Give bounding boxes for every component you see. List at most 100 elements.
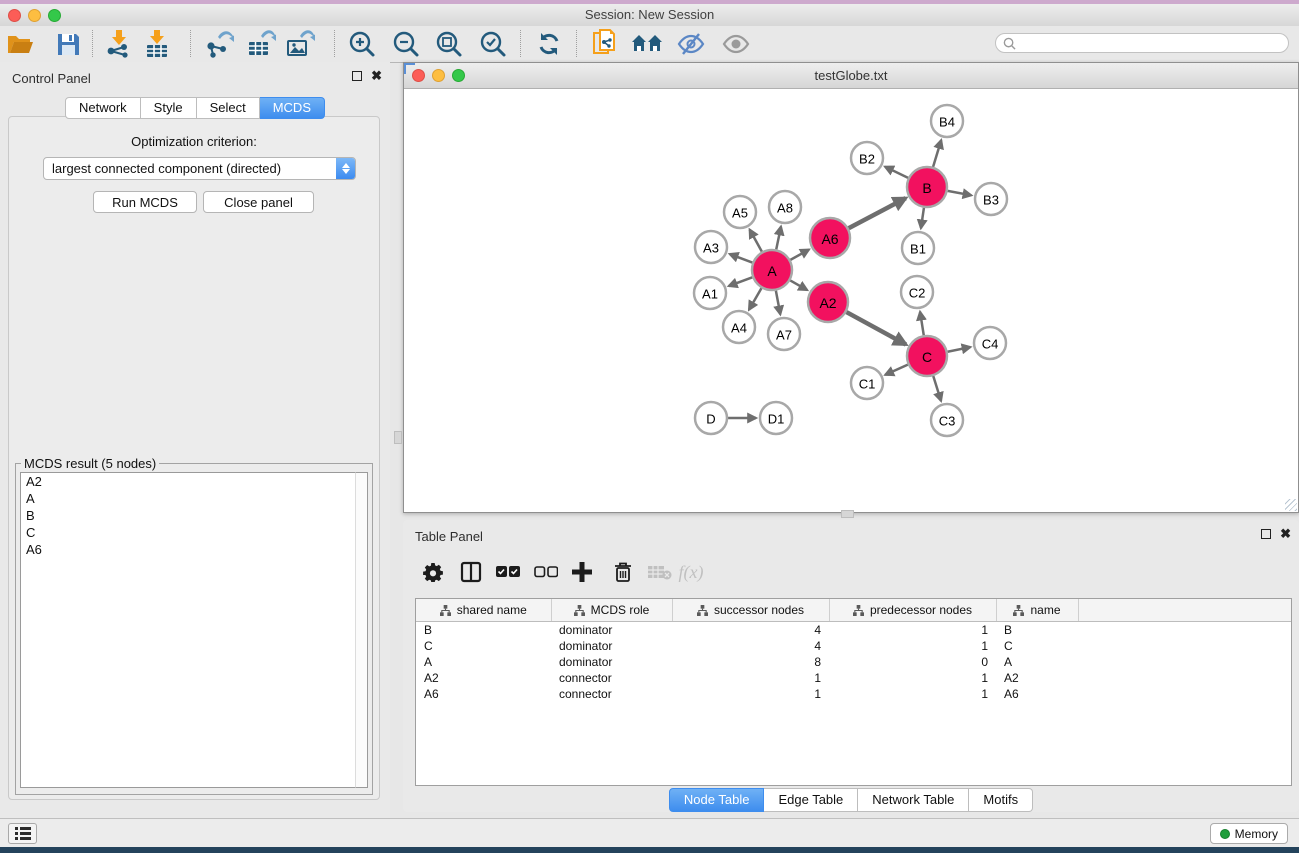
graph-node-C4[interactable]: C4 (974, 327, 1006, 359)
graph-edge-A6-B[interactable] (849, 198, 906, 228)
table-cell[interactable]: 4 (672, 622, 829, 639)
graph-edge-C-C1[interactable] (885, 365, 908, 375)
graph-edge-A-A6[interactable] (790, 250, 809, 260)
graph-node-B4[interactable]: B4 (931, 105, 963, 137)
table-cell[interactable]: dominator (551, 622, 672, 639)
table-row[interactable]: Bdominator41B (416, 622, 1291, 639)
table-cell[interactable]: A6 (416, 686, 551, 702)
table-cell[interactable]: 1 (829, 686, 996, 702)
graph-edge-A-A1[interactable] (729, 277, 753, 286)
column-header-successor-nodes[interactable]: successor nodes (672, 599, 829, 622)
table-cell[interactable]: C (416, 638, 551, 654)
graph-edge-A-A2[interactable] (790, 280, 807, 290)
graph-node-B1[interactable]: B1 (902, 232, 934, 264)
graph-edge-C-C2[interactable] (920, 312, 924, 335)
graph-node-C2[interactable]: C2 (901, 276, 933, 308)
graph-node-A1[interactable]: A1 (694, 277, 726, 309)
graph-edge-A2-C[interactable] (846, 312, 905, 344)
graph-node-D1[interactable]: D1 (760, 402, 792, 434)
export-image-icon[interactable] (284, 28, 316, 60)
tab-style[interactable]: Style (141, 97, 197, 119)
splitter-handle-vertical[interactable] (394, 431, 402, 444)
table-cell[interactable]: A (996, 654, 1078, 670)
select-all-checks-icon[interactable] (492, 556, 524, 588)
table-cell[interactable]: A2 (996, 670, 1078, 686)
zoom-out-icon[interactable] (390, 28, 422, 60)
mcds-result-item[interactable]: A2 (21, 473, 355, 490)
tab-mcds[interactable]: MCDS (260, 97, 325, 119)
open-file-icon[interactable] (4, 28, 36, 60)
table-cell[interactable]: 4 (672, 638, 829, 654)
tab-network-table[interactable]: Network Table (858, 788, 969, 812)
graph-node-B[interactable]: B (907, 167, 947, 207)
save-session-icon[interactable] (52, 28, 84, 60)
table-cell[interactable]: dominator (551, 638, 672, 654)
graph-edge-A-A4[interactable] (749, 288, 761, 310)
graph-node-C[interactable]: C (907, 336, 947, 376)
table-cell[interactable]: 1 (829, 670, 996, 686)
mcds-result-item[interactable]: A6 (21, 541, 355, 558)
table-cell[interactable]: A6 (996, 686, 1078, 702)
graph-edge-B-B1[interactable] (921, 208, 924, 228)
tab-edge-table[interactable]: Edge Table (764, 788, 858, 812)
memory-button[interactable]: Memory (1210, 823, 1288, 844)
hide-selected-icon[interactable] (675, 28, 707, 60)
table-cell[interactable]: 1 (672, 670, 829, 686)
settings-icon[interactable] (417, 556, 449, 588)
graph-node-B2[interactable]: B2 (851, 142, 883, 174)
table-cell[interactable]: 1 (829, 622, 996, 639)
export-table-icon[interactable] (245, 28, 277, 60)
maximize-window-button[interactable] (48, 9, 61, 22)
float-panel-icon[interactable] (352, 71, 362, 81)
network-canvas[interactable]: B4B2BB3A5A8A6A3B1AA1C2A2A4A7C4CC1C3DD1 (404, 89, 1298, 512)
import-table-icon[interactable] (141, 28, 173, 60)
graph-node-A3[interactable]: A3 (695, 231, 727, 263)
tab-network[interactable]: Network (65, 97, 141, 119)
close-panel-button[interactable]: Close panel (203, 191, 314, 213)
column-header-predecessor-nodes[interactable]: predecessor nodes (829, 599, 996, 622)
graph-node-A5[interactable]: A5 (724, 196, 756, 228)
graph-edge-B-B4[interactable] (933, 140, 941, 167)
network-minimize-button[interactable] (432, 69, 445, 82)
minimize-window-button[interactable] (28, 9, 41, 22)
zoom-fit-icon[interactable] (433, 28, 465, 60)
table-cell[interactable]: dominator (551, 654, 672, 670)
home-view-icon[interactable] (631, 28, 663, 60)
graph-node-A7[interactable]: A7 (768, 318, 800, 350)
mcds-result-item[interactable]: A (21, 490, 355, 507)
close-panel-icon[interactable]: ✖ (371, 71, 382, 81)
graph-edge-C-C3[interactable] (933, 376, 941, 401)
table-row[interactable]: A2connector11A2 (416, 670, 1291, 686)
zoom-in-icon[interactable] (346, 28, 378, 60)
graph-edge-B-B2[interactable] (885, 167, 908, 178)
refresh-icon[interactable] (533, 28, 565, 60)
duplicate-network-icon[interactable] (589, 28, 621, 60)
network-window-titlebar[interactable]: testGlobe.txt (404, 63, 1298, 89)
table-cell[interactable]: B (416, 622, 551, 639)
tab-motifs[interactable]: Motifs (969, 788, 1033, 812)
graph-edge-A-A5[interactable] (750, 230, 762, 252)
table-row[interactable]: Cdominator41C (416, 638, 1291, 654)
graph-node-C3[interactable]: C3 (931, 404, 963, 436)
table-close-panel-icon[interactable]: ✖ (1280, 529, 1291, 539)
resize-grip[interactable] (1285, 499, 1297, 511)
export-network-icon[interactable] (203, 28, 235, 60)
graph-edge-A-A7[interactable] (776, 291, 780, 315)
tab-node-table[interactable]: Node Table (669, 788, 765, 812)
columns-icon[interactable] (455, 556, 487, 588)
table-cell[interactable]: 0 (829, 654, 996, 670)
table-float-panel-icon[interactable] (1261, 529, 1271, 539)
column-header-name[interactable]: name (996, 599, 1078, 622)
graph-node-C1[interactable]: C1 (851, 367, 883, 399)
table-cell[interactable]: C (996, 638, 1078, 654)
mcds-result-list[interactable]: A2ABCA6 (20, 472, 356, 788)
column-header-shared-name[interactable]: shared name (416, 599, 551, 622)
graph-node-A[interactable]: A (752, 250, 792, 290)
table-cell[interactable]: connector (551, 686, 672, 702)
table-cell[interactable]: 1 (672, 686, 829, 702)
graph-edge-B-B3[interactable] (948, 191, 972, 195)
task-history-button[interactable] (8, 823, 37, 844)
import-network-icon[interactable] (102, 28, 134, 60)
table-row[interactable]: A6connector11A6 (416, 686, 1291, 702)
graph-edge-A-A3[interactable] (730, 254, 753, 263)
